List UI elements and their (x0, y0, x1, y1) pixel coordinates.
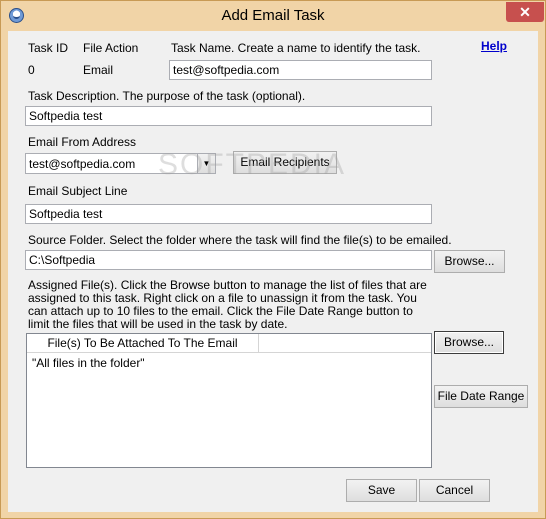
close-icon: ✕ (519, 4, 531, 20)
task-name-input[interactable]: test@softpedia.com (169, 60, 432, 80)
email-from-selected: test@softpedia.com (29, 157, 136, 171)
dialog-window: Add Email Task ✕ Task ID File Action Tas… (0, 0, 546, 519)
source-folder-browse-button[interactable]: Browse... (434, 250, 505, 273)
source-folder-input[interactable]: C:\Softpedia (25, 250, 432, 270)
task-description-label: Task Description. The purpose of the tas… (28, 89, 306, 103)
chevron-down-icon[interactable]: ▼ (197, 154, 215, 173)
cancel-button[interactable]: Cancel (419, 479, 490, 502)
task-description-input[interactable]: Softpedia test (25, 106, 432, 126)
file-action-label: File Action (83, 41, 139, 55)
file-action-value: Email (83, 63, 114, 77)
close-button[interactable]: ✕ (506, 2, 544, 22)
window-title: Add Email Task (221, 7, 325, 24)
list-header: File(s) To Be Attached To The Email (27, 334, 431, 353)
source-folder-label: Source Folder. Select the folder where t… (28, 233, 452, 247)
email-from-label: Email From Address (28, 135, 137, 149)
save-button[interactable]: Save (346, 479, 417, 502)
task-name-label: Task Name. Create a name to identify the… (171, 41, 421, 55)
task-id-value: 0 (28, 63, 35, 77)
assigned-files-browse-button[interactable]: Browse... (434, 331, 504, 354)
email-recipients-button[interactable]: Email Recipients (233, 151, 337, 174)
attached-files-list[interactable]: File(s) To Be Attached To The Email "All… (26, 333, 432, 468)
email-subject-label: Email Subject Line (28, 184, 128, 198)
email-from-select[interactable]: test@softpedia.com ▼ (25, 153, 216, 174)
task-id-label: Task ID (28, 41, 69, 55)
column-header-files[interactable]: File(s) To Be Attached To The Email (27, 334, 259, 352)
assigned-files-description: Assigned File(s). Click the Browse butto… (28, 278, 427, 331)
help-link[interactable]: Help (481, 39, 507, 53)
email-subject-input[interactable]: Softpedia test (25, 204, 432, 224)
list-item[interactable]: "All files in the folder" (32, 356, 145, 370)
title-bar: Add Email Task ✕ (1, 1, 545, 31)
file-date-range-button[interactable]: File Date Range (434, 385, 528, 408)
dialog-body: Task ID File Action Task Name. Create a … (8, 31, 538, 512)
